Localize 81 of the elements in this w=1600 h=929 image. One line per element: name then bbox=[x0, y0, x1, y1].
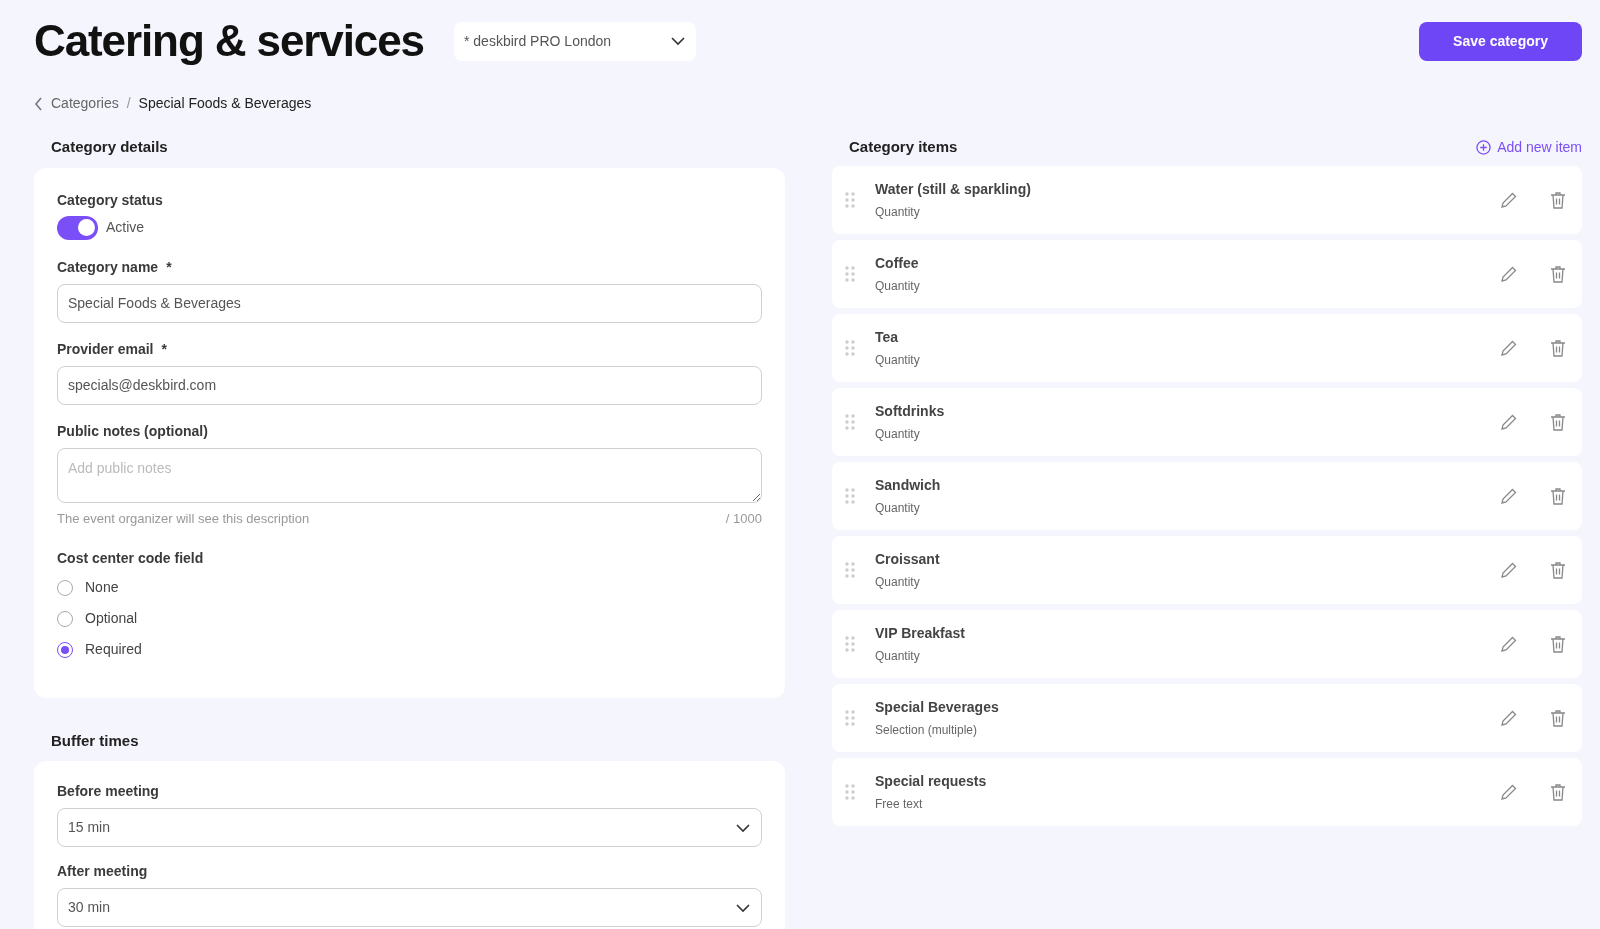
required-mark: * bbox=[166, 257, 172, 277]
trash-icon[interactable] bbox=[1550, 338, 1566, 357]
field-label: Before meeting bbox=[57, 782, 160, 801]
location-select[interactable]: * deskbird PRO London bbox=[453, 21, 696, 61]
status-text: Active bbox=[106, 218, 145, 237]
item-name: Water (still & sparkling) bbox=[875, 179, 1031, 199]
pencil-icon[interactable] bbox=[1500, 782, 1518, 801]
save-category-button[interactable]: Save category bbox=[1419, 21, 1582, 61]
item-type: Free text bbox=[875, 795, 924, 813]
item-name: Coffee bbox=[875, 253, 920, 273]
character-count: / 1000 bbox=[725, 509, 762, 528]
trash-icon[interactable] bbox=[1550, 634, 1566, 653]
pencil-icon[interactable] bbox=[1500, 338, 1518, 357]
item-name: Special Beverages bbox=[875, 697, 999, 717]
drag-handle-icon[interactable] bbox=[845, 413, 855, 430]
page-title: Catering & services bbox=[34, 15, 424, 67]
item-type: Quantity bbox=[875, 647, 921, 665]
item-type: Quantity bbox=[875, 425, 921, 443]
drag-handle-icon[interactable] bbox=[845, 635, 855, 652]
breadcrumb-link[interactable]: Categories bbox=[51, 93, 119, 114]
pencil-icon[interactable] bbox=[1500, 412, 1518, 431]
breadcrumb-current: Special Foods & Beverages bbox=[138, 94, 312, 113]
item-name: Tea bbox=[875, 327, 900, 347]
field-label: After meeting bbox=[57, 862, 149, 881]
add-new-item-link[interactable]: Add new item bbox=[1476, 136, 1582, 158]
breadcrumb-separator: / bbox=[126, 94, 131, 113]
pencil-icon[interactable] bbox=[1500, 708, 1518, 727]
section-title: Category details bbox=[50, 137, 169, 157]
back-chevron-icon[interactable] bbox=[34, 96, 43, 111]
section-title: Category items bbox=[848, 137, 958, 157]
item-name: VIP Breakfast bbox=[875, 623, 965, 643]
item-name: Special requests bbox=[875, 771, 987, 791]
chevron-down-icon bbox=[669, 36, 686, 46]
section-title: Buffer times bbox=[50, 730, 140, 751]
pencil-icon[interactable] bbox=[1500, 634, 1518, 653]
field-label: Category name bbox=[57, 257, 159, 277]
chevron-down-icon bbox=[735, 822, 751, 833]
item-type: Quantity bbox=[875, 351, 920, 369]
item-type: Quantity bbox=[875, 573, 921, 591]
item-type: Quantity bbox=[875, 203, 921, 221]
item-type: Quantity bbox=[875, 499, 921, 517]
pencil-icon[interactable] bbox=[1500, 190, 1518, 209]
plus-circle-icon bbox=[1476, 139, 1492, 155]
drag-handle-icon[interactable] bbox=[845, 561, 855, 578]
pencil-icon[interactable] bbox=[1500, 486, 1518, 505]
drag-handle-icon[interactable] bbox=[845, 487, 855, 504]
trash-icon[interactable] bbox=[1550, 782, 1566, 801]
item-name: Croissant bbox=[875, 549, 940, 569]
public-notes-textarea[interactable]: Add public notes bbox=[57, 447, 762, 503]
drag-handle-icon[interactable] bbox=[845, 783, 855, 800]
time-select[interactable]: 30 min bbox=[57, 888, 762, 927]
field-label: Category status bbox=[57, 190, 164, 210]
item-type: Quantity bbox=[875, 277, 920, 295]
required-mark: * bbox=[161, 339, 167, 359]
time-select[interactable]: 15 min bbox=[57, 808, 762, 847]
pencil-icon[interactable] bbox=[1500, 264, 1518, 283]
radio-label: Required bbox=[85, 640, 142, 659]
radio-label: Optional bbox=[85, 609, 138, 628]
trash-icon[interactable] bbox=[1550, 190, 1566, 209]
item-name: Sandwich bbox=[875, 475, 941, 495]
pencil-icon[interactable] bbox=[1500, 560, 1518, 579]
chevron-down-icon bbox=[735, 902, 751, 913]
trash-icon[interactable] bbox=[1550, 264, 1566, 283]
field-label: Provider email bbox=[57, 339, 154, 359]
status-toggle[interactable] bbox=[57, 215, 98, 240]
trash-icon[interactable] bbox=[1550, 486, 1566, 505]
field-label: Public notes (optional) bbox=[57, 421, 209, 441]
field-label: Cost center code field bbox=[57, 549, 205, 568]
drag-handle-icon[interactable] bbox=[845, 191, 855, 208]
item-type: Selection (multiple) bbox=[875, 721, 979, 739]
category-name-input[interactable]: Special Foods & Beverages bbox=[57, 283, 762, 323]
drag-handle-icon[interactable] bbox=[845, 709, 855, 726]
drag-handle-icon[interactable] bbox=[845, 265, 855, 282]
drag-handle-icon[interactable] bbox=[845, 339, 855, 356]
provider-email-input[interactable]: specials@deskbird.com bbox=[57, 365, 762, 405]
trash-icon[interactable] bbox=[1550, 560, 1566, 579]
item-name: Softdrinks bbox=[875, 401, 945, 421]
radio-label: None bbox=[85, 578, 119, 597]
notes-hint: The event organizer will see this description bbox=[57, 509, 310, 528]
trash-icon[interactable] bbox=[1550, 412, 1566, 431]
trash-icon[interactable] bbox=[1550, 708, 1566, 727]
